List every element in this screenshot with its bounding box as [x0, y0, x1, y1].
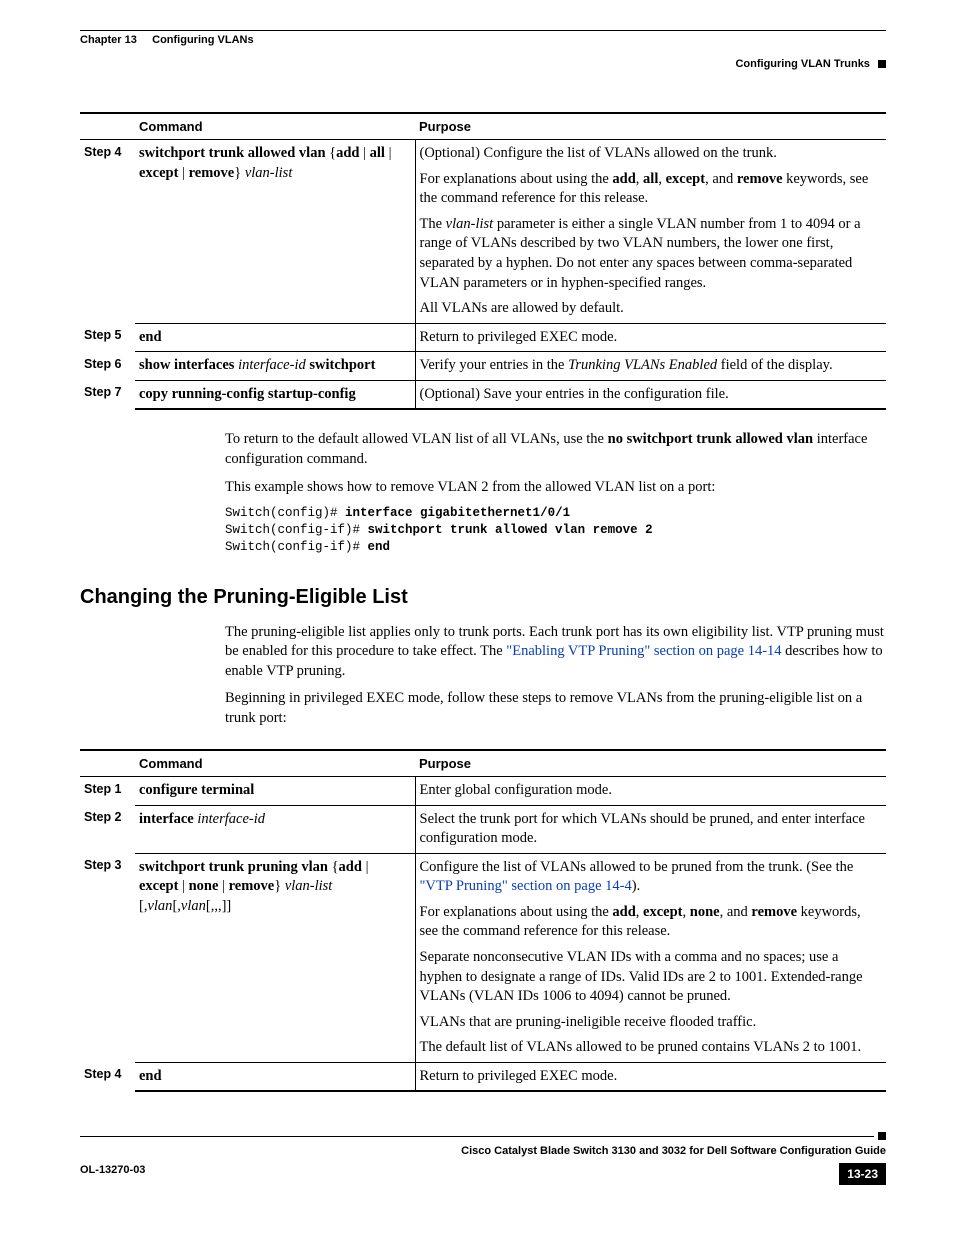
- document-id: OL-13270-03: [80, 1163, 145, 1178]
- table-row: Step 7 copy running-config startup-confi…: [80, 380, 886, 409]
- allowed-vlan-steps-table: Command Purpose Step 4 switchport trunk …: [80, 112, 886, 411]
- chapter-title: Configuring VLANs: [152, 34, 253, 46]
- purpose-cell: Enter global configuration mode.: [415, 777, 886, 806]
- purpose-cell: (Optional) Configure the list of VLANs a…: [415, 140, 886, 324]
- footer-marker-icon: [878, 1132, 886, 1140]
- step-label: Step 6: [80, 352, 135, 381]
- step-label: Step 4: [80, 1062, 135, 1091]
- command-cell: switchport trunk allowed vlan {add | all…: [135, 140, 415, 324]
- step-label: Step 4: [80, 140, 135, 324]
- link-enabling-vtp-pruning[interactable]: "Enabling VTP Pruning" section on page 1…: [506, 643, 781, 659]
- col-purpose-header: Purpose: [415, 750, 886, 777]
- header-marker-icon: [878, 60, 886, 68]
- step-label: Step 1: [80, 777, 135, 806]
- step-label: Step 3: [80, 853, 135, 1062]
- step-label: Step 5: [80, 323, 135, 352]
- col-purpose-header: Purpose: [415, 113, 886, 140]
- step-label: Step 7: [80, 380, 135, 409]
- command-cell: end: [135, 323, 415, 352]
- cli-example: Switch(config)# interface gigabitetherne…: [225, 505, 886, 556]
- body-text: To return to the default allowed VLAN li…: [225, 430, 886, 555]
- command-cell: copy running-config startup-config: [135, 380, 415, 409]
- step-label: Step 2: [80, 805, 135, 853]
- table-row: Step 6 show interfaces interface-id swit…: [80, 352, 886, 381]
- table-row: Step 4 switchport trunk allowed vlan {ad…: [80, 140, 886, 324]
- command-cell: configure terminal: [135, 777, 415, 806]
- command-cell: interface interface-id: [135, 805, 415, 853]
- command-cell: switchport trunk pruning vlan {add | exc…: [135, 853, 415, 1062]
- purpose-cell: Select the trunk port for which VLANs sh…: [415, 805, 886, 853]
- table-row: Step 5 end Return to privileged EXEC mod…: [80, 323, 886, 352]
- link-vtp-pruning[interactable]: "VTP Pruning" section on page 14-4: [420, 878, 632, 894]
- col-command-header: Command: [135, 113, 415, 140]
- chapter-number: Chapter 13: [80, 34, 137, 46]
- command-cell: show interfaces interface-id switchport: [135, 352, 415, 381]
- purpose-cell: Return to privileged EXEC mode.: [415, 323, 886, 352]
- purpose-cell: Configure the list of VLANs allowed to b…: [415, 853, 886, 1062]
- table-row: Step 1 configure terminal Enter global c…: [80, 777, 886, 806]
- purpose-cell: (Optional) Save your entries in the conf…: [415, 380, 886, 409]
- page-footer: Cisco Catalyst Blade Switch 3130 and 303…: [80, 1132, 886, 1185]
- page-header: Chapter 13 Configuring VLANs Configuring…: [80, 30, 886, 72]
- pruning-steps-table: Command Purpose Step 1 configure termina…: [80, 749, 886, 1093]
- purpose-cell: Return to privileged EXEC mode.: [415, 1062, 886, 1091]
- table-row: Step 3 switchport trunk pruning vlan {ad…: [80, 853, 886, 1062]
- command-cell: end: [135, 1062, 415, 1091]
- col-command-header: Command: [135, 750, 415, 777]
- section-title: Configuring VLAN Trunks: [735, 58, 869, 70]
- table-row: Step 2 interface interface-id Select the…: [80, 805, 886, 853]
- purpose-cell: Verify your entries in the Trunking VLAN…: [415, 352, 886, 381]
- body-text: The pruning-eligible list applies only t…: [225, 623, 886, 729]
- section-heading-pruning: Changing the Pruning-Eligible List: [80, 584, 886, 611]
- page-number: 13-23: [839, 1163, 886, 1185]
- table-row: Step 4 end Return to privileged EXEC mod…: [80, 1062, 886, 1091]
- book-title: Cisco Catalyst Blade Switch 3130 and 303…: [80, 1144, 886, 1159]
